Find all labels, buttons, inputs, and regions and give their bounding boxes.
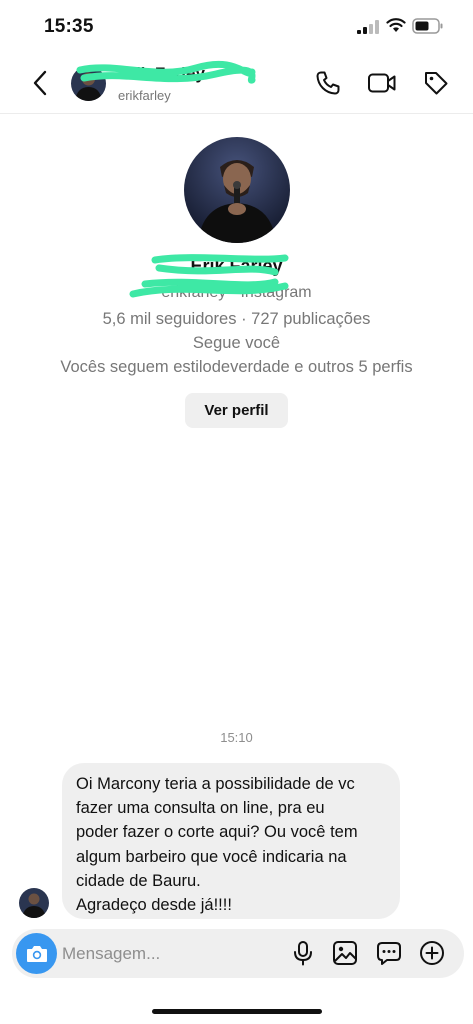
message-input[interactable] [62, 937, 282, 970]
microphone-icon [294, 941, 312, 966]
gallery-button[interactable] [330, 938, 360, 968]
battery-icon [412, 18, 443, 34]
call-button[interactable] [313, 68, 343, 98]
sticker-chat-icon [377, 942, 401, 965]
cellular-signal-icon [357, 20, 379, 34]
home-indicator[interactable] [152, 1009, 322, 1014]
phone-icon [316, 71, 340, 95]
plus-circle-icon [420, 941, 444, 965]
tag-icon [425, 72, 448, 95]
voice-message-button[interactable] [288, 938, 318, 968]
more-options-button[interactable] [417, 938, 447, 968]
video-call-button[interactable] [367, 68, 397, 98]
profile-stats: 5,6 mil seguidores · 727 publicações [102, 310, 371, 328]
message-composer [12, 929, 464, 978]
wifi-icon [386, 18, 406, 32]
video-camera-icon [368, 73, 396, 93]
camera-button[interactable] [16, 933, 57, 974]
message-timestamp: 15:10 [220, 730, 253, 745]
image-icon [333, 941, 357, 965]
message-bubble[interactable]: Oi Marcony teria a possibilidade de vc f… [62, 763, 400, 919]
profile-photo-icon [184, 137, 290, 243]
follows-you-label: Segue você [192, 334, 281, 352]
status-time: 15:35 [44, 16, 94, 37]
redaction-scribble [76, 60, 256, 84]
sticker-button[interactable] [374, 938, 404, 968]
camera-icon [26, 945, 47, 962]
back-button[interactable] [26, 68, 54, 98]
header-username: erikfarley [118, 88, 171, 103]
profile-avatar[interactable] [184, 137, 290, 243]
redaction-scribble [129, 254, 289, 298]
mutual-followers-label: Vocês seguem estilodeverdade e outros 5 … [60, 358, 413, 376]
message-text: Oi Marcony teria a possibilidade de vc f… [76, 775, 358, 915]
view-profile-button[interactable]: Ver perfil [185, 393, 288, 428]
avatar[interactable] [19, 888, 49, 918]
chevron-left-icon [33, 70, 47, 96]
avatar-photo-icon [19, 888, 49, 918]
tag-button[interactable] [421, 68, 451, 98]
status-bar: 15:35 [0, 0, 473, 54]
chat-header: Erik Farley erikfarley [0, 54, 473, 114]
